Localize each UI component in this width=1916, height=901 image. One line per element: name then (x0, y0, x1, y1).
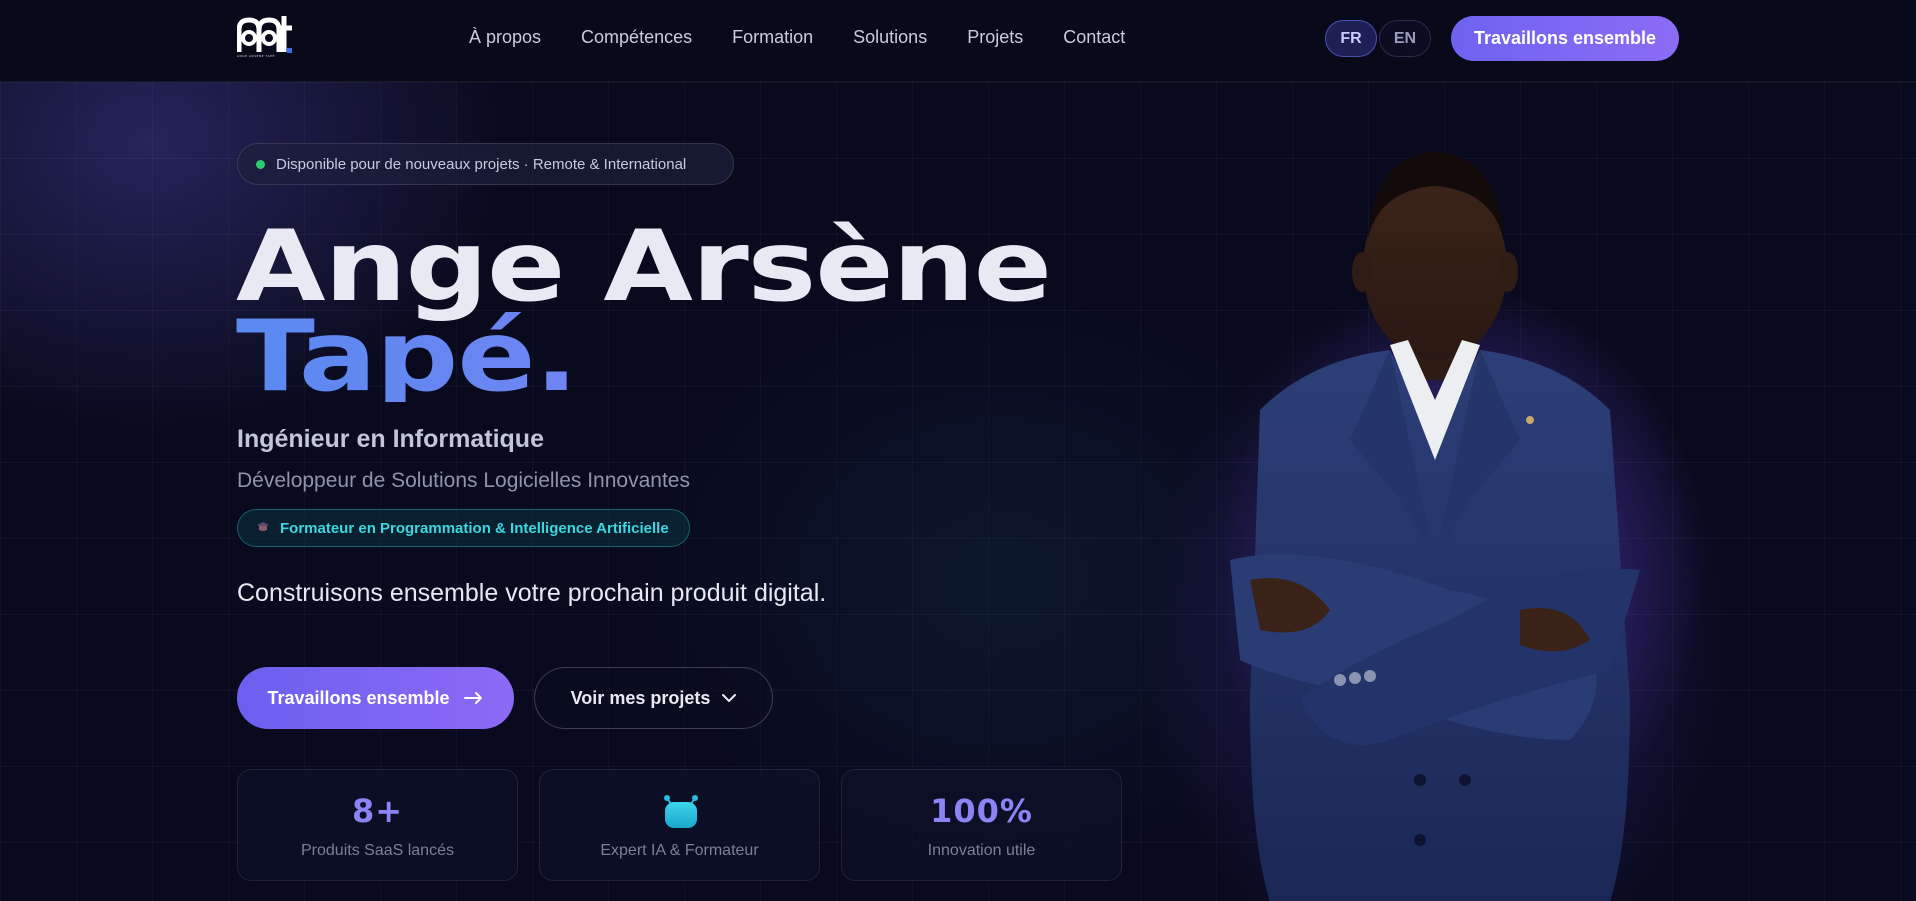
hero-tagline: Construisons ensemble votre prochain pro… (237, 579, 827, 607)
arrow-right-icon (463, 692, 482, 704)
stat-card-saas: 8+ Produits SaaS lancés (237, 769, 518, 881)
nav-link-solutions[interactable]: Solutions (853, 27, 927, 48)
status-dot-icon (256, 159, 265, 169)
main-nav: À propos Compétences Formation Solutions… (469, 27, 1165, 48)
chevron-down-icon (722, 693, 737, 702)
stat-label: Innovation utile (927, 842, 1036, 859)
hero-subrole: Développeur de Solutions Logicielles Inn… (237, 469, 690, 492)
stat-label: Expert IA & Formateur (600, 842, 759, 859)
nav-link-projets[interactable]: Projets (967, 27, 1023, 48)
stat-label: Produits SaaS lancés (301, 842, 454, 859)
view-projects-button[interactable]: Voir mes projets (534, 667, 773, 729)
logo[interactable]: ANGE ARSÈNE TAPÉ (236, 16, 293, 60)
graduation-icon (256, 521, 270, 536)
lang-button-en[interactable]: EN (1379, 20, 1431, 57)
availability-text: Disponible pour de nouveaux projets · Re… (276, 155, 687, 173)
robot-icon (664, 795, 698, 828)
availability-badge: Disponible pour de nouveaux projets · Re… (237, 143, 734, 185)
nav-link-formation[interactable]: Formation (732, 27, 813, 48)
hero-name: Ange Arsène Tapé. (236, 210, 1052, 406)
trainer-tag: Formateur en Programmation & Intelligenc… (237, 509, 690, 547)
hero-name-first: Ange Arsène (236, 210, 1052, 324)
logo-subtext: ANGE ARSÈNE TAPÉ (237, 54, 275, 58)
stat-value: 8+ (351, 792, 404, 830)
stat-card-ai: Expert IA & Formateur (539, 769, 820, 881)
header-cta-button[interactable]: Travaillons ensemble (1451, 16, 1679, 61)
nav-link-competences[interactable]: Compétences (581, 27, 692, 48)
work-together-label: Travaillons ensemble (267, 687, 450, 708)
stat-value: 100% (930, 792, 1033, 830)
view-projects-label: Voir mes projets (570, 687, 711, 708)
hero-name-last: Tapé. (236, 308, 1051, 406)
nav-link-contact[interactable]: Contact (1063, 27, 1125, 48)
portrait-image (1230, 152, 1640, 901)
hero-role: Ingénieur en Informatique (237, 425, 544, 453)
logo-mark-icon (236, 16, 292, 53)
nav-link-a-propos[interactable]: À propos (469, 27, 541, 48)
site-header: ANGE ARSÈNE TAPÉ À propos Compétences Fo… (0, 0, 1916, 82)
work-together-button[interactable]: Travaillons ensemble (237, 667, 514, 729)
trainer-tag-text: Formateur en Programmation & Intelligenc… (280, 519, 669, 537)
lang-button-fr[interactable]: FR (1325, 20, 1377, 57)
stat-card-innovation: 100% Innovation utile (841, 769, 1122, 881)
